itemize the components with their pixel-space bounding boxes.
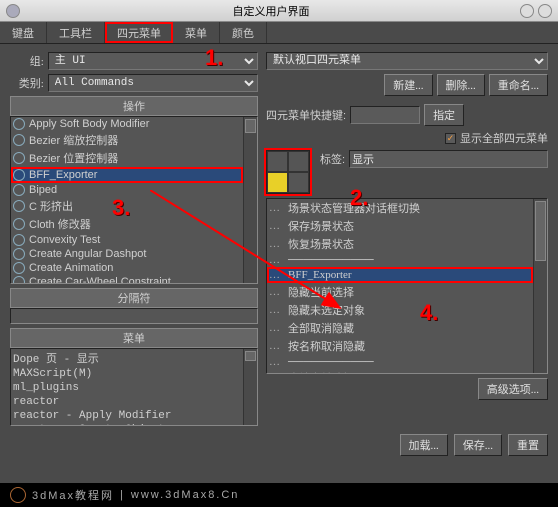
window-title: 自定义用户界面 <box>26 3 516 19</box>
quad-selector[interactable] <box>266 150 310 194</box>
item-icon <box>13 152 25 164</box>
item-icon <box>13 262 25 274</box>
item-icon <box>13 169 25 181</box>
list-item[interactable]: Biped <box>11 183 243 197</box>
panel-actions-header: 操作 <box>10 96 258 116</box>
list-item[interactable]: 冻结当前选择 <box>267 369 533 373</box>
load-button[interactable]: 加载... <box>400 434 448 456</box>
list-item[interactable]: reactor - Create Object <box>11 423 243 425</box>
list-item[interactable]: BFF_Exporter <box>11 167 243 183</box>
list-item[interactable]: reactor <box>11 395 243 409</box>
item-icon <box>13 276 25 283</box>
list-item[interactable]: Convexity Test <box>11 233 243 247</box>
panel-menu-header: 菜单 <box>10 328 258 348</box>
item-icon <box>13 234 25 246</box>
list-item[interactable]: Bezier 缩放控制器 <box>11 131 243 149</box>
tab-keyboard[interactable]: 键盘 <box>0 22 47 43</box>
category-label: 类别: <box>10 75 44 91</box>
scrollbar[interactable] <box>243 117 257 283</box>
panel-separator-header: 分隔符 <box>10 288 258 308</box>
tab-quad-menu[interactable]: 四元菜单 <box>105 22 173 43</box>
quad-br[interactable] <box>288 172 309 193</box>
list-item[interactable]: BFF_Exporter <box>267 267 533 283</box>
menu-list[interactable]: Dope 页 - 显示MAXScript(M)ml_pluginsreactor… <box>10 348 258 426</box>
list-item[interactable]: Bezier 位置控制器 <box>11 149 243 167</box>
rename-button[interactable]: 重命名... <box>489 74 548 96</box>
item-icon <box>13 184 25 196</box>
showall-checkbox[interactable]: ✓ <box>445 133 456 144</box>
shortcut-label: 四元菜单快捷键: <box>266 107 346 123</box>
group-label: 组: <box>10 53 44 69</box>
list-item[interactable]: 恢复场景状态 <box>267 235 533 253</box>
group-select[interactable]: 主 UI <box>48 52 258 70</box>
tag-input[interactable] <box>349 150 548 168</box>
list-item[interactable]: 隐藏当前选择 <box>267 283 533 301</box>
item-icon <box>13 218 25 230</box>
quad-tr[interactable] <box>288 151 309 172</box>
item-icon <box>13 118 25 130</box>
scrollbar[interactable] <box>243 349 257 425</box>
item-icon <box>13 200 25 212</box>
assign-button[interactable]: 指定 <box>424 104 464 126</box>
actions-list[interactable]: Apply Soft Body ModifierBezier 缩放控制器Bezi… <box>10 116 258 284</box>
list-item[interactable]: ─────────── <box>267 355 533 369</box>
list-item[interactable]: ml_plugins <box>11 381 243 395</box>
quad-items-list[interactable]: 场景状态管理器对话框切换保存场景状态恢复场景状态───────────BFF_E… <box>266 198 548 374</box>
list-item[interactable]: MAXScript(M) <box>11 367 243 381</box>
tabs: 键盘 工具栏 四元菜单 菜单 颜色 <box>0 22 558 44</box>
separator-box[interactable] <box>10 308 258 324</box>
list-item[interactable]: Create Animation <box>11 261 243 275</box>
list-item[interactable]: ─────────── <box>267 253 533 267</box>
shortcut-input[interactable] <box>350 106 420 124</box>
quad-select[interactable]: 默认视口四元菜单 <box>266 52 548 70</box>
minimize-button[interactable] <box>520 4 534 18</box>
item-icon <box>13 134 25 146</box>
list-item[interactable]: reactor - Apply Modifier <box>11 409 243 423</box>
reset-button[interactable]: 重置 <box>508 434 548 456</box>
footer-site2: www.3dMax8.Cn <box>131 489 240 501</box>
tab-colors[interactable]: 颜色 <box>220 22 267 43</box>
advanced-button[interactable]: 高级选项... <box>478 378 548 400</box>
delete-button[interactable]: 删除... <box>437 74 485 96</box>
tag-label: 标签: <box>320 151 345 167</box>
quad-bl[interactable] <box>267 172 288 193</box>
list-item[interactable]: 保存场景状态 <box>267 217 533 235</box>
list-item[interactable]: 场景状态管理器对话框切换 <box>267 199 533 217</box>
save-button[interactable]: 保存... <box>454 434 502 456</box>
list-item[interactable]: 按名称取消隐藏 <box>267 337 533 355</box>
footer-logo-icon <box>10 487 26 503</box>
category-select[interactable]: All Commands <box>48 74 258 92</box>
list-item[interactable]: C 形挤出 <box>11 197 243 215</box>
footer: 3dMax教程网 | www.3dMax8.Cn <box>0 483 558 507</box>
close-button[interactable] <box>538 4 552 18</box>
list-item[interactable]: Create Car-Wheel Constraint <box>11 275 243 283</box>
list-item[interactable]: Dope 页 - 显示 <box>11 349 243 367</box>
list-item[interactable]: 全部取消隐藏 <box>267 319 533 337</box>
tab-toolbar[interactable]: 工具栏 <box>47 22 105 43</box>
list-item[interactable]: Create Angular Dashpot <box>11 247 243 261</box>
quad-tl[interactable] <box>267 151 288 172</box>
item-icon <box>13 248 25 260</box>
list-item[interactable]: Apply Soft Body Modifier <box>11 117 243 131</box>
app-icon <box>6 4 20 18</box>
list-item[interactable]: Cloth 修改器 <box>11 215 243 233</box>
footer-site1: 3dMax教程网 <box>32 487 114 503</box>
titlebar: 自定义用户界面 <box>0 0 558 22</box>
showall-label: 显示全部四元菜单 <box>460 130 548 146</box>
tab-menu[interactable]: 菜单 <box>173 22 220 43</box>
scrollbar[interactable] <box>533 199 547 373</box>
new-button[interactable]: 新建... <box>384 74 432 96</box>
list-item[interactable]: 隐藏未选定对象 <box>267 301 533 319</box>
